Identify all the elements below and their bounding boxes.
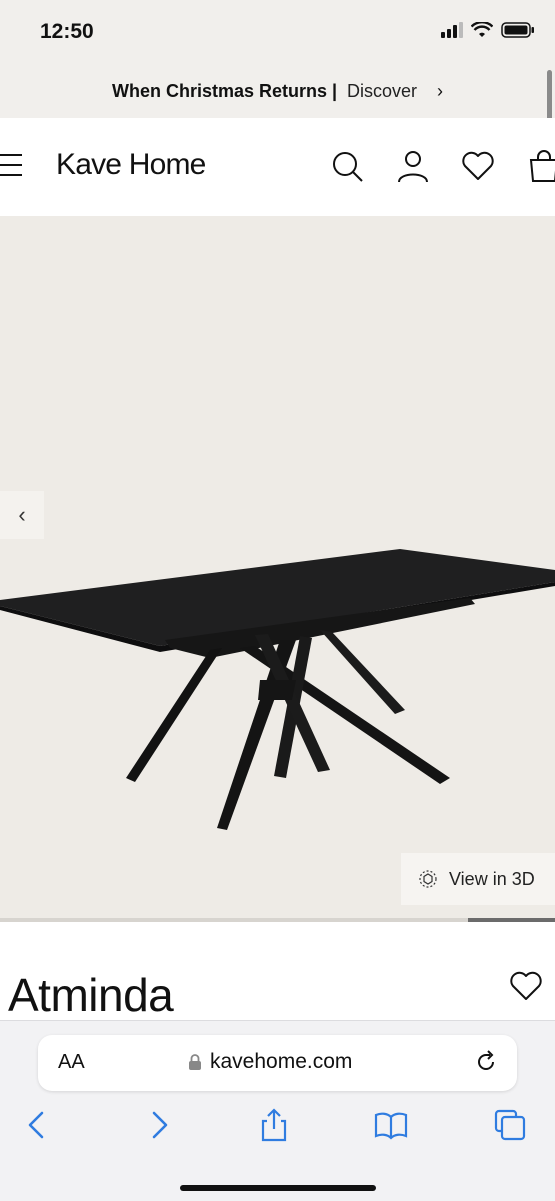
bookmarks-icon[interactable] <box>373 1107 409 1143</box>
reader-text-size-button[interactable]: AA <box>58 1051 85 1074</box>
status-icons <box>441 22 535 38</box>
gallery-progress-active <box>468 918 555 922</box>
discover-link[interactable]: Discover <box>347 81 417 102</box>
account-icon[interactable] <box>395 148 431 184</box>
lock-icon <box>189 1054 201 1070</box>
site-header: Kave Home <box>0 118 555 217</box>
home-indicator[interactable] <box>180 1185 376 1191</box>
tabs-icon[interactable] <box>492 1107 528 1143</box>
cube-3d-icon <box>419 870 437 888</box>
hamburger-menu-icon[interactable] <box>0 154 22 180</box>
browser-nav-bar <box>0 1107 555 1151</box>
chevron-right-icon[interactable]: › <box>437 81 443 102</box>
back-icon[interactable] <box>20 1107 56 1143</box>
wifi-icon <box>471 22 493 37</box>
reload-icon[interactable] <box>473 1049 499 1075</box>
logo[interactable]: Kave Home <box>56 148 206 182</box>
wishlist-heart-icon[interactable] <box>508 968 544 1004</box>
announcement-banner[interactable]: When Christmas Returns | Discover › <box>0 64 555 118</box>
announcement-text: When Christmas Returns | <box>111 80 338 101</box>
gallery-progress-bar <box>0 918 555 922</box>
share-icon[interactable] <box>256 1107 292 1143</box>
product-title: Atminda <box>8 969 174 1021</box>
url-text: kavehome.com <box>210 1050 353 1073</box>
url-display[interactable]: kavehome.com <box>188 1050 352 1074</box>
status-time: 12:50 <box>40 20 94 43</box>
chevron-left-icon: ‹ <box>18 502 26 527</box>
forward-icon[interactable] <box>140 1107 176 1143</box>
gallery-prev-button[interactable]: ‹ <box>0 491 44 539</box>
battery-icon <box>501 22 534 38</box>
view-in-3d-label: View in 3D <box>449 868 535 889</box>
search-icon[interactable] <box>329 148 365 184</box>
address-bar[interactable]: AA kavehome.com <box>38 1035 517 1091</box>
status-bar: 12:50 <box>0 0 555 64</box>
view-in-3d-button[interactable]: View in 3D <box>401 853 555 905</box>
cellular-signal-icon <box>441 22 463 38</box>
heart-icon[interactable] <box>460 148 496 184</box>
product-image <box>0 549 555 830</box>
browser-toolbar: AA kavehome.com <box>0 1020 555 1201</box>
shopping-bag-icon[interactable] <box>527 148 555 184</box>
